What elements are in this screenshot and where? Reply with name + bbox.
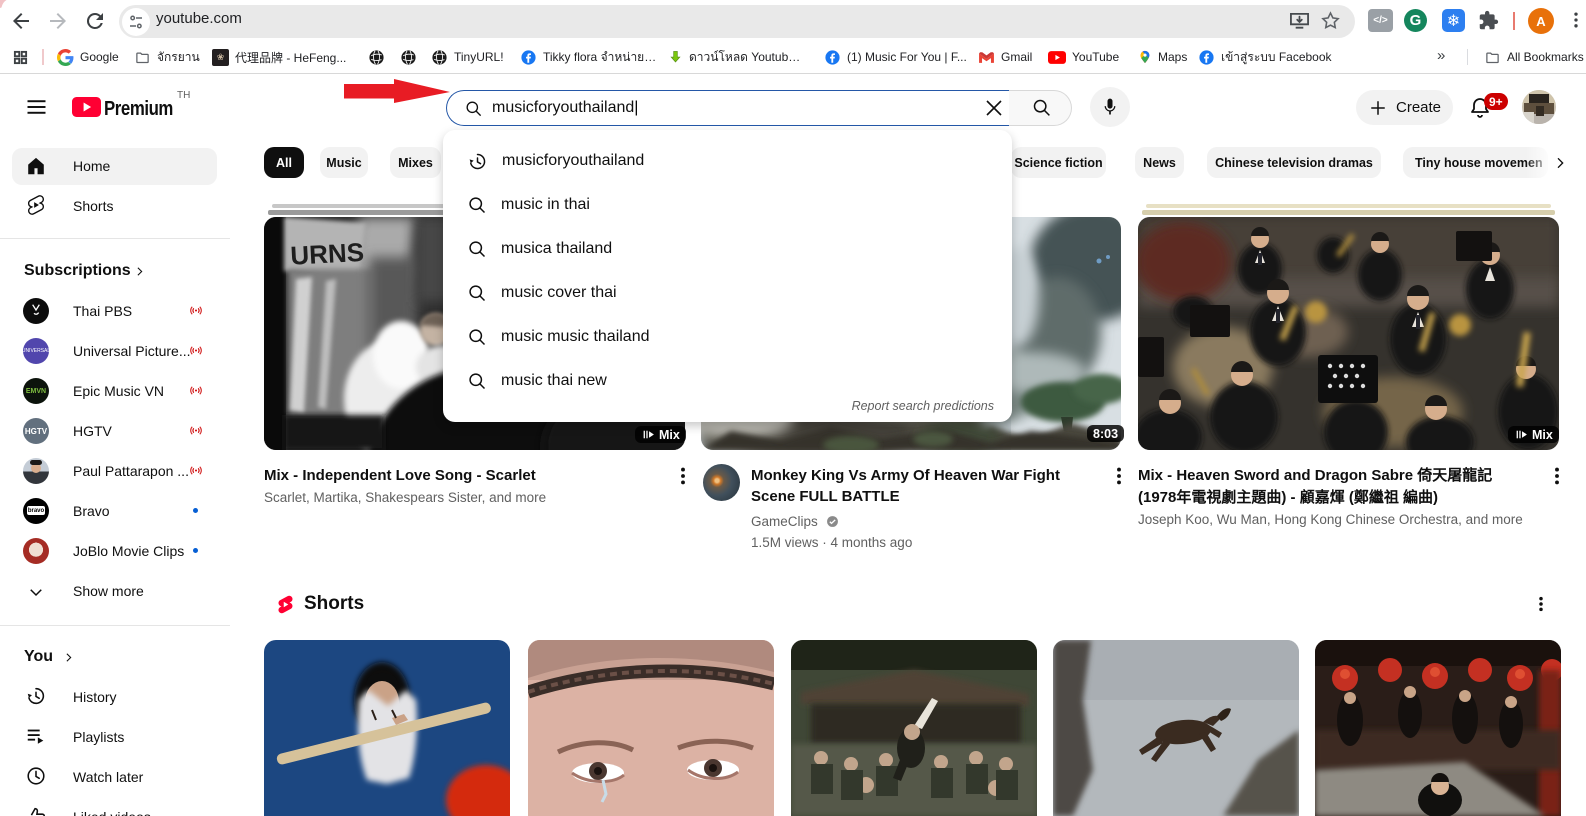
svg-text:URNS: URNS: [290, 237, 365, 271]
